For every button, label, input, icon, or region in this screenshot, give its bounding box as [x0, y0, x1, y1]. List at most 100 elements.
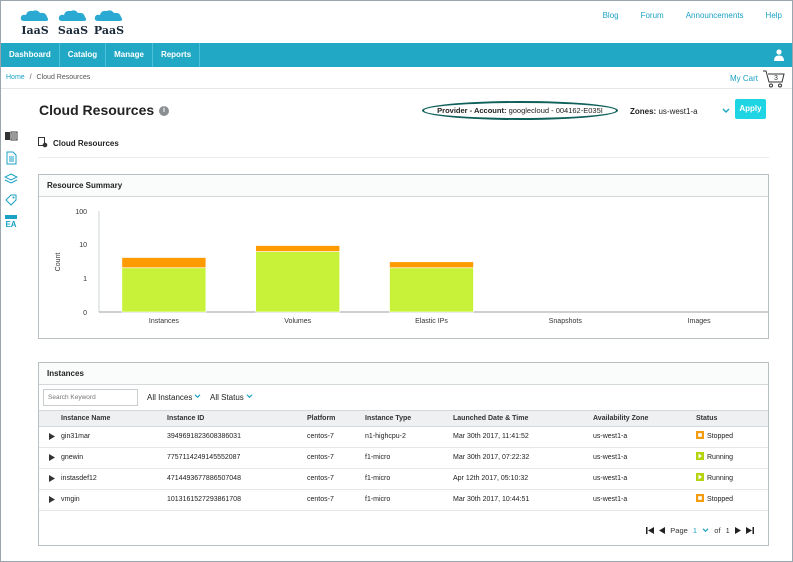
apply-button[interactable]: Apply	[735, 99, 766, 119]
paas-logo[interactable]: PaaS	[92, 7, 126, 37]
cell-zone: us-west1-a	[593, 454, 628, 461]
document-icon[interactable]	[4, 151, 18, 165]
iaas-logo[interactable]: IaaS	[18, 7, 52, 37]
blog-link[interactable]: Blog	[603, 11, 619, 20]
app-window: IaaS SaaS PaaS Blog Forum Announcements Hel…	[0, 0, 793, 562]
resource-summary-chart: 1001010CountInstances Volumes Elastic IPs S…	[55, 209, 768, 325]
page-label: Page	[670, 525, 688, 535]
breadcrumb-current: Cloud Resources	[36, 74, 91, 81]
of-label: of	[714, 525, 721, 535]
provider-label: Provider - Account:	[437, 106, 507, 115]
column-header[interactable]: Instance Name	[61, 411, 110, 426]
previous-page-icon[interactable]	[659, 526, 666, 534]
logo-text: SaaS	[57, 24, 89, 37]
cell-type: f1-micro	[365, 475, 391, 482]
zones-select[interactable]: Zones: us-west1-a	[630, 107, 698, 116]
pagination: Page 1 of 1	[643, 525, 754, 535]
section-subtitle: Cloud Resources	[38, 137, 119, 148]
status-label: Running	[707, 475, 734, 482]
logo-text: IaaS	[21, 24, 49, 37]
provider-value: googlecloud - 004162-E035I	[508, 106, 603, 115]
cell-name: gnewin	[61, 454, 84, 461]
play-status-icon	[696, 452, 704, 460]
cell-launched: Mar 30th 2017, 07:22:32	[453, 454, 530, 461]
expand-row-icon[interactable]	[49, 496, 55, 503]
saas-logo[interactable]: SaaS	[56, 7, 90, 37]
y-tick-label: 100	[75, 209, 87, 216]
column-header[interactable]: Instance ID	[167, 411, 204, 426]
resource-summary-panel: Resource Summary 100 10 1 0 Count Instances Vo…	[38, 174, 769, 339]
column-header[interactable]: Instance Type	[365, 411, 411, 426]
chevron-down-icon	[194, 394, 201, 399]
nav-reports[interactable]: Reports	[153, 43, 201, 67]
bar-elastic-ips-s2	[389, 261, 474, 269]
table-row[interactable]: gin31mar 3949691823608386031 centos-7 n1-hi…	[39, 427, 768, 448]
last-page-icon[interactable]	[746, 526, 754, 534]
status-filter[interactable]: All Status	[210, 393, 253, 402]
nav-manage[interactable]: Manage	[106, 43, 153, 67]
layers-icon[interactable]	[4, 172, 18, 186]
chevron-down-icon[interactable]	[722, 108, 730, 114]
provider-account-select[interactable]: Provider - Account: googlecloud - 004162…	[422, 101, 618, 120]
table-row[interactable]: vmgin 1013161527293861708 centos-7 f1-micro…	[39, 490, 768, 511]
column-header[interactable]: Launched Date & Time	[453, 411, 528, 426]
expand-row-icon[interactable]	[49, 454, 55, 461]
column-header[interactable]: Status	[696, 411, 717, 426]
status-label: Running	[707, 454, 734, 461]
cell-zone: us-west1-a	[593, 433, 628, 440]
nav-catalog[interactable]: Catalog	[60, 43, 107, 67]
y-tick-label: 1	[83, 276, 87, 283]
svg-text:EA: EA	[5, 220, 16, 228]
ea-icon[interactable]: EA	[4, 214, 18, 228]
column-header[interactable]: Platform	[307, 411, 335, 426]
cell-status: Stopped	[696, 427, 733, 446]
status-filter-label: All Status	[210, 393, 244, 402]
help-link[interactable]: Help	[766, 11, 782, 20]
logo-text: PaaS	[93, 24, 125, 37]
expand-row-icon[interactable]	[49, 433, 55, 440]
column-header[interactable]: Availability Zone	[593, 411, 648, 426]
nav-dashboard[interactable]: Dashboard	[1, 43, 60, 67]
cell-type: n1-highcpu-2	[365, 433, 406, 440]
search-input[interactable]	[43, 389, 138, 406]
x-tick-label: Snapshots	[549, 318, 583, 325]
info-icon[interactable]: i	[159, 106, 169, 116]
expand-row-icon[interactable]	[49, 475, 55, 482]
cell-launched: Mar 30th 2017, 10:44:51	[453, 496, 530, 503]
next-page-icon[interactable]	[734, 526, 741, 534]
cell-id: 3949691823608386031	[167, 433, 241, 440]
user-icon[interactable]	[774, 49, 784, 61]
page-total: 1	[725, 525, 730, 535]
play-status-icon	[696, 473, 704, 481]
left-sidebar: EA	[1, 127, 21, 237]
cell-name: instasdef12	[61, 475, 97, 482]
status-label: Stopped	[707, 433, 734, 440]
tag-icon[interactable]	[4, 193, 18, 207]
instances-table: Instance Name Instance ID Platform Insta…	[39, 410, 768, 511]
breadcrumb: Home / Cloud Resources	[6, 74, 90, 81]
cell-type: f1-micro	[365, 496, 391, 503]
status-label: Stopped	[707, 496, 734, 503]
chevron-down-icon[interactable]	[702, 527, 709, 533]
x-tick-label: Images	[688, 318, 711, 325]
page-number[interactable]: 1	[693, 526, 697, 535]
bar-instances-s2	[121, 257, 207, 269]
subtitle-text: Cloud Resources	[53, 139, 119, 148]
cell-name: vmgin	[61, 496, 80, 503]
table-row[interactable]: gnewin 7757114249145552087 centos-7 f1-micr…	[39, 448, 768, 469]
instances-panel: Instances All Instances All Status Insta…	[38, 362, 769, 546]
table-header: Instance Name Instance ID Platform Insta…	[39, 410, 768, 427]
table-row[interactable]: instasdef12 4714493677886507048 centos-7 f1…	[39, 469, 768, 490]
bar-volumes-s1	[255, 251, 340, 313]
forum-link[interactable]: Forum	[641, 11, 664, 20]
instances-filter[interactable]: All Instances	[147, 393, 201, 402]
resources-icon[interactable]	[4, 129, 18, 143]
divider	[38, 157, 769, 158]
announcements-link[interactable]: Announcements	[686, 11, 744, 20]
cell-id: 7757114249145552087	[167, 454, 241, 461]
stop-status-icon	[696, 431, 704, 439]
cell-platform: centos-7	[307, 475, 334, 482]
breadcrumb-home[interactable]: Home	[6, 74, 25, 81]
first-page-icon[interactable]	[646, 526, 655, 534]
page-title: Cloud Resources	[39, 102, 155, 118]
